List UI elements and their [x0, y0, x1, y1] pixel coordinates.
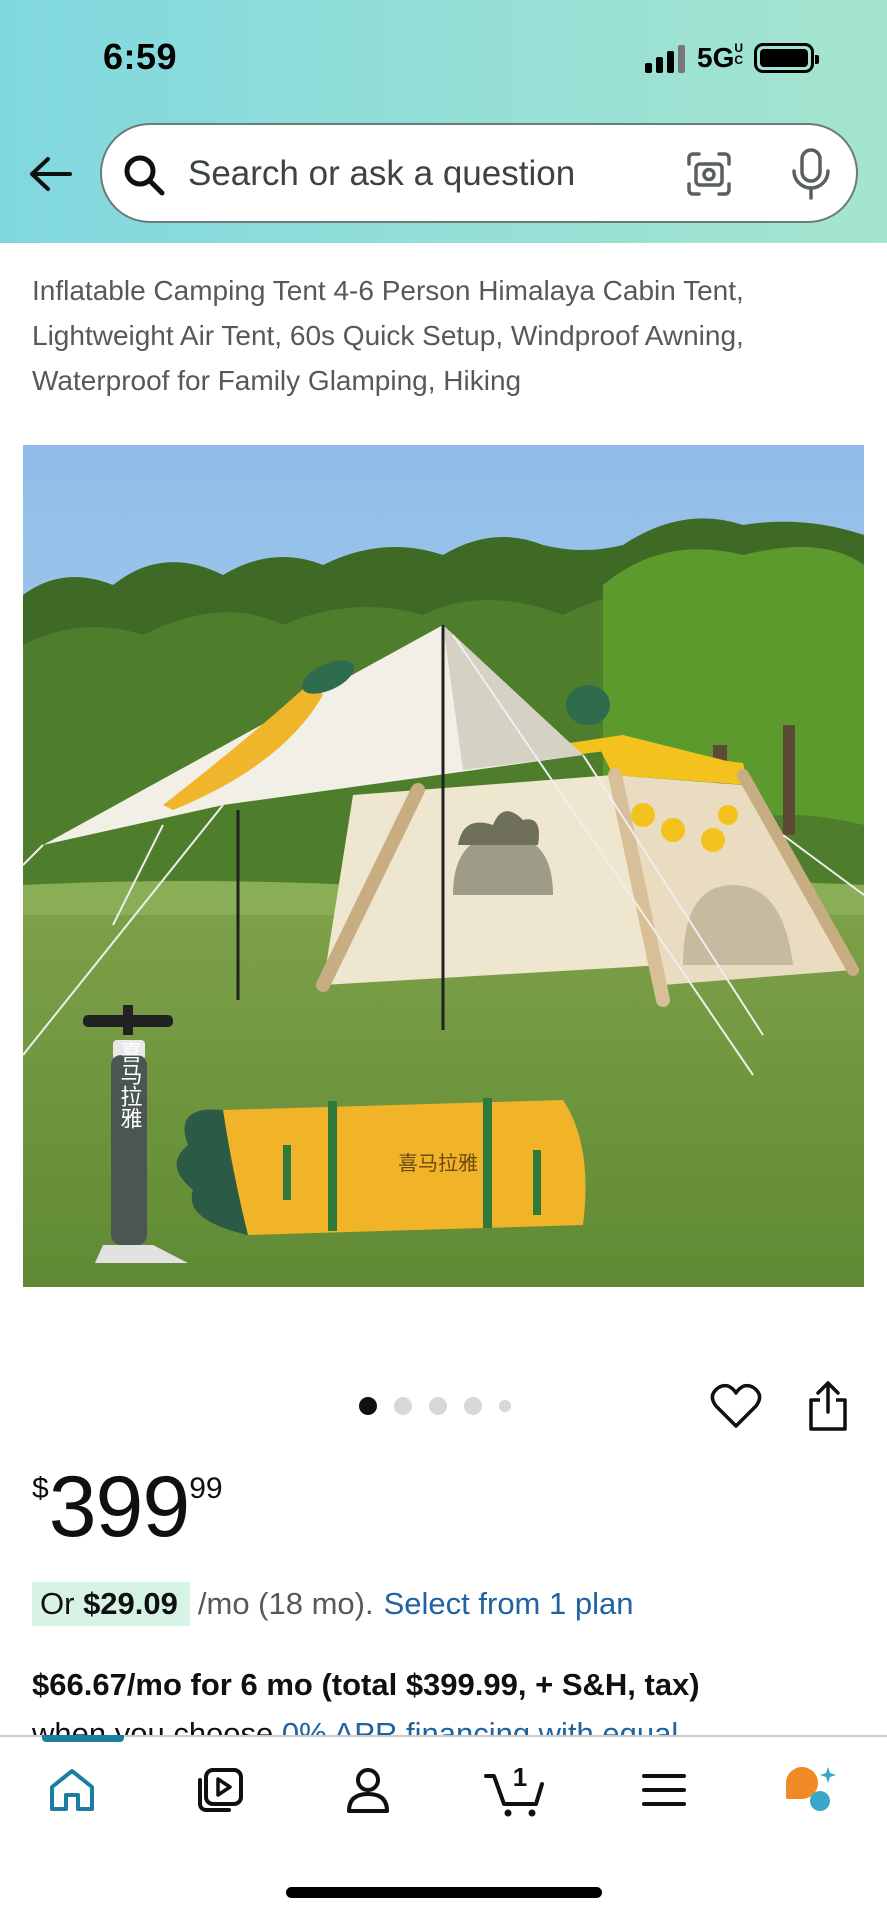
status-time: 6:59 [103, 36, 178, 77]
account-icon [347, 1768, 389, 1813]
battery-icon [754, 43, 820, 73]
cart-icon: 1 [484, 1762, 544, 1817]
heart-icon[interactable] [710, 1382, 762, 1430]
video-icon [198, 1768, 243, 1812]
home-indicator [286, 1887, 602, 1898]
nav-video[interactable] [192, 1762, 248, 1818]
search-input[interactable] [188, 151, 648, 197]
nav-rufus[interactable] [782, 1762, 838, 1818]
installment-offer: Or $29.09 /mo (18 mo). Select from 1 pla… [32, 1579, 633, 1629]
network-sup: UC [734, 41, 744, 67]
search-icon [124, 155, 165, 196]
installment-prefix: Or [40, 1586, 75, 1621]
search-bar[interactable] [100, 123, 858, 223]
financing-headline: $66.67/mo for 6 mo (total $399.99, + S&H… [32, 1667, 700, 1702]
pump-brand-text: 喜马拉雅 [117, 1041, 143, 1129]
network-label: 5GUC [697, 41, 744, 73]
back-arrow-icon [30, 157, 72, 191]
share-icon[interactable] [806, 1380, 850, 1432]
nav-cart[interactable]: 1 [484, 1762, 548, 1818]
product-image[interactable]: 喜马拉雅 喜马拉雅 [23, 445, 864, 1287]
menu-icon [642, 1774, 686, 1806]
microphone-icon[interactable] [789, 147, 833, 201]
carousel-dot[interactable] [499, 1400, 511, 1412]
image-carousel-dots[interactable] [359, 1396, 511, 1416]
nav-account[interactable] [340, 1762, 396, 1818]
carousel-dot[interactable] [394, 1397, 412, 1415]
cart-count: 1 [513, 1762, 527, 1792]
product-title[interactable]: Inflatable Camping Tent 4-6 Person Himal… [32, 268, 862, 403]
select-plan-link[interactable]: Select from 1 plan [384, 1586, 634, 1622]
nav-home[interactable] [44, 1762, 100, 1818]
installment-amount: $29.09 [83, 1586, 178, 1621]
price-symbol: $ [32, 1472, 49, 1505]
rufus-icon [786, 1767, 836, 1811]
status-indicators: 5GUC [645, 40, 820, 76]
price-whole: 399 [48, 1459, 190, 1555]
price-fraction: 99 [189, 1472, 223, 1505]
bag-brand-text: 喜马拉雅 [398, 1151, 478, 1175]
back-button[interactable] [26, 150, 74, 198]
carousel-dot[interactable] [429, 1397, 447, 1415]
signal-icon [645, 43, 685, 73]
active-tab-indicator [42, 1735, 124, 1742]
carousel-dot[interactable] [359, 1397, 377, 1415]
price: $ 399 99 [32, 1462, 223, 1552]
installment-term: /mo (18 mo). [197, 1586, 374, 1621]
carousel-dot[interactable] [464, 1397, 482, 1415]
installment-highlight: Or $29.09 [32, 1582, 190, 1626]
nav-menu[interactable] [636, 1762, 692, 1818]
home-icon [50, 1769, 94, 1811]
camera-lens-icon[interactable] [685, 150, 733, 198]
tent-photo: 喜马拉雅 喜马拉雅 [23, 445, 864, 1287]
